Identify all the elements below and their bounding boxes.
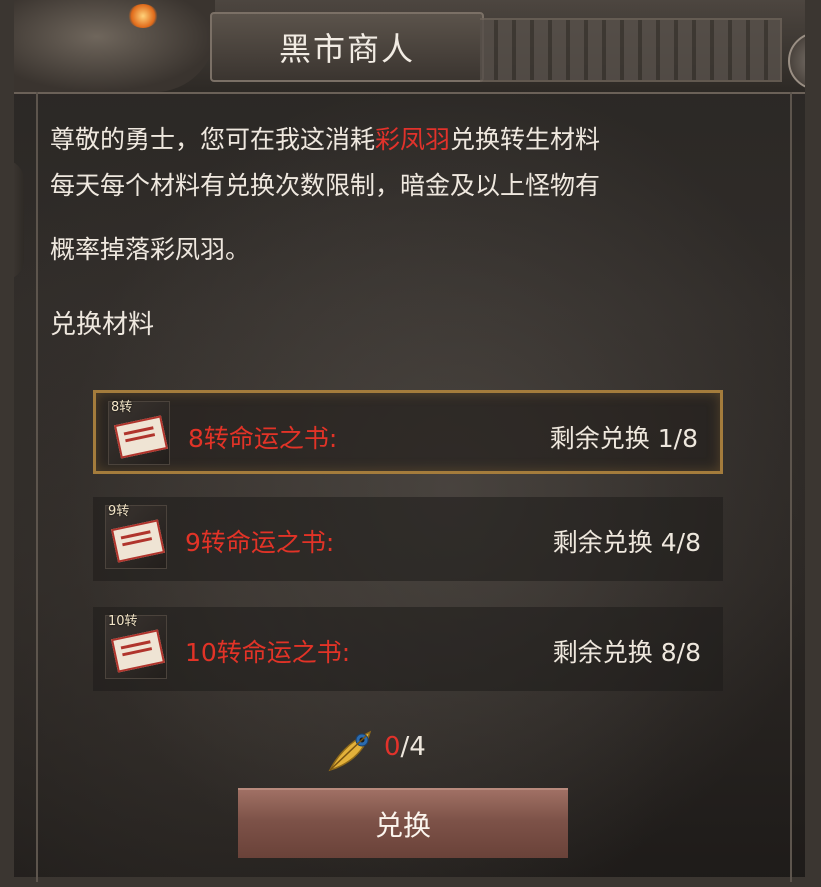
description-line-2: 每天每个材料有兑换次数限制，暗金及以上怪物有 xyxy=(50,171,601,200)
remaining-value: 4/8 xyxy=(660,528,701,557)
exchange-item-10[interactable]: 10转 10转命运之书: 剩余兑换 8/8 xyxy=(93,607,723,691)
description-line-3: 概率掉落彩凤羽。 xyxy=(50,235,251,264)
feather-icon xyxy=(328,730,372,772)
title-ornament xyxy=(480,18,782,82)
exchange-item-8[interactable]: 8转 8转命运之书: 剩余兑换 1/8 xyxy=(93,390,723,474)
remaining-label: 剩余兑换 xyxy=(552,638,653,667)
dragon-ornament-icon xyxy=(0,0,215,92)
item-name: 9转命运之书: xyxy=(185,528,335,557)
remaining-label: 剩余兑换 xyxy=(552,528,653,557)
item-name: 10转命运之书: xyxy=(185,638,351,667)
scroll-graphic xyxy=(110,519,166,563)
currency-highlight: 彩凤羽 xyxy=(375,125,451,154)
exchange-button[interactable]: 兑换 xyxy=(238,788,568,858)
scroll-graphic xyxy=(110,629,166,673)
title-plate: 黑市商人 xyxy=(210,12,484,82)
description-text: 尊敬的勇士，您可在我这消耗 xyxy=(50,125,376,154)
item-tier-tag: 8转 xyxy=(111,400,133,415)
remaining-count: 剩余兑换 4/8 xyxy=(553,523,701,559)
remaining-label: 剩余兑换 xyxy=(549,424,650,453)
scroll-icon: 10转 xyxy=(105,614,167,679)
item-tier-tag: 10转 xyxy=(108,614,138,629)
owned-amount: 0 xyxy=(384,732,401,762)
remaining-count: 剩余兑换 1/8 xyxy=(550,419,698,455)
title-bar: 黑市商人 xyxy=(0,0,821,94)
close-icon: ✕ xyxy=(804,43,821,79)
scroll-icon: 8转 xyxy=(108,400,170,465)
remaining-value: 1/8 xyxy=(657,424,698,453)
side-ornament xyxy=(0,160,24,280)
description-line-1: 尊敬的勇士，您可在我这消耗彩凤羽兑换转生材料 xyxy=(50,120,600,156)
section-title: 兑换材料 xyxy=(50,310,155,340)
exchange-item-9[interactable]: 9转 9转命运之书: 剩余兑换 4/8 xyxy=(93,497,723,581)
remaining-value: 8/8 xyxy=(660,638,701,667)
remaining-count: 剩余兑换 8/8 xyxy=(553,633,701,669)
scroll-graphic xyxy=(113,415,169,459)
item-name: 8转命运之书: xyxy=(188,424,338,453)
flame-icon xyxy=(128,4,158,28)
item-tier-tag: 9转 xyxy=(108,504,130,519)
required-amount: /4 xyxy=(400,732,426,762)
scroll-icon: 9转 xyxy=(105,504,167,569)
description-text: 兑换转生材料 xyxy=(450,125,601,154)
window-title: 黑市商人 xyxy=(278,30,415,68)
cost-counter: 0/4 xyxy=(384,732,426,762)
